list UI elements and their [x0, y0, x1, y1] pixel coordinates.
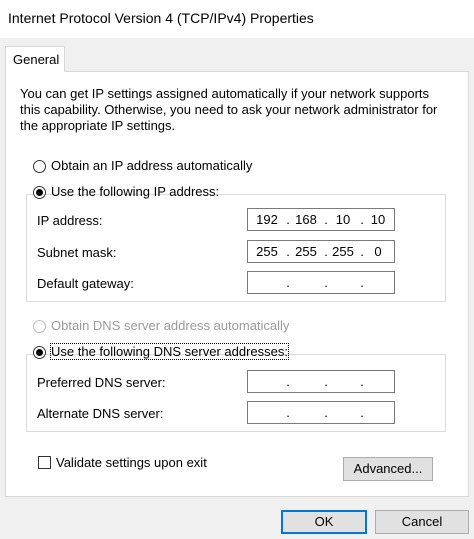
- radio-use-following-dns-label: Use the following DNS server addresses:: [50, 343, 289, 360]
- validate-settings-label: Validate settings upon exit: [56, 455, 207, 470]
- radio-use-following-ip-circle[interactable]: [33, 186, 46, 199]
- alternate-dns-dot: .: [360, 405, 364, 420]
- ip-address-octet-3: 10: [335, 212, 351, 227]
- ip-address-octet-4: 10: [370, 212, 386, 227]
- radio-obtain-ip-auto-circle[interactable]: [33, 160, 46, 173]
- default-gateway-field[interactable]: . . .: [247, 271, 395, 294]
- validate-settings-checkbox[interactable]: [38, 456, 51, 469]
- radio-use-following-ip-label: Use the following IP address:: [51, 184, 220, 199]
- cancel-button[interactable]: Cancel: [375, 510, 469, 534]
- ip-address-label: IP address:: [37, 213, 103, 228]
- alternate-dns-field[interactable]: . . .: [247, 401, 395, 424]
- title-bar: Internet Protocol Version 4 (TCP/IPv4) P…: [0, 0, 474, 38]
- default-gateway-dot: .: [286, 275, 290, 290]
- radio-use-following-ip[interactable]: Use the following IP address:: [33, 184, 219, 202]
- preferred-dns-dot: .: [324, 374, 328, 389]
- alternate-dns-dot: .: [324, 405, 328, 420]
- subnet-mask-field[interactable]: 255 . 255 . 255 . 0: [247, 240, 395, 263]
- preferred-dns-dot: .: [286, 374, 290, 389]
- radio-obtain-dns-auto-label: Obtain DNS server address automatically: [51, 318, 290, 333]
- subnet-mask-dot: .: [324, 244, 328, 259]
- radio-obtain-ip-auto-label: Obtain an IP address automatically: [51, 158, 253, 173]
- subnet-mask-octet-3: 255: [332, 244, 354, 259]
- preferred-dns-dot: .: [360, 374, 364, 389]
- preferred-dns-field[interactable]: . . .: [247, 370, 395, 393]
- ip-address-octet-1: 192: [256, 212, 278, 227]
- preferred-dns-label: Preferred DNS server:: [37, 375, 166, 390]
- radio-use-following-dns-circle[interactable]: [33, 346, 46, 359]
- subnet-mask-dot: .: [286, 244, 290, 259]
- description-text: You can get IP settings assigned automat…: [20, 86, 438, 133]
- radio-use-following-dns[interactable]: Use the following DNS server addresses:: [33, 343, 289, 362]
- tab-general[interactable]: General: [5, 46, 65, 72]
- default-gateway-dot: .: [324, 275, 328, 290]
- subnet-mask-label: Subnet mask:: [37, 245, 117, 260]
- ip-address-field[interactable]: 192 . 168 . 10 . 10: [247, 208, 395, 231]
- ok-button[interactable]: OK: [281, 510, 367, 534]
- advanced-button[interactable]: Advanced...: [343, 457, 433, 481]
- subnet-mask-octet-4: 0: [374, 244, 382, 259]
- alternate-dns-label: Alternate DNS server:: [37, 406, 164, 421]
- alternate-dns-dot: .: [286, 405, 290, 420]
- radio-obtain-dns-auto-circle[interactable]: [33, 320, 46, 333]
- subnet-mask-octet-1: 255: [256, 244, 278, 259]
- ip-address-dot: .: [286, 212, 290, 227]
- tab-general-label: General: [13, 52, 60, 67]
- default-gateway-label: Default gateway:: [37, 276, 134, 291]
- window-title: Internet Protocol Version 4 (TCP/IPv4) P…: [8, 10, 314, 26]
- ip-address-octet-2: 168: [295, 212, 317, 227]
- ip-address-dot: .: [324, 212, 328, 227]
- default-gateway-dot: .: [360, 275, 364, 290]
- subnet-mask-octet-2: 255: [295, 244, 317, 259]
